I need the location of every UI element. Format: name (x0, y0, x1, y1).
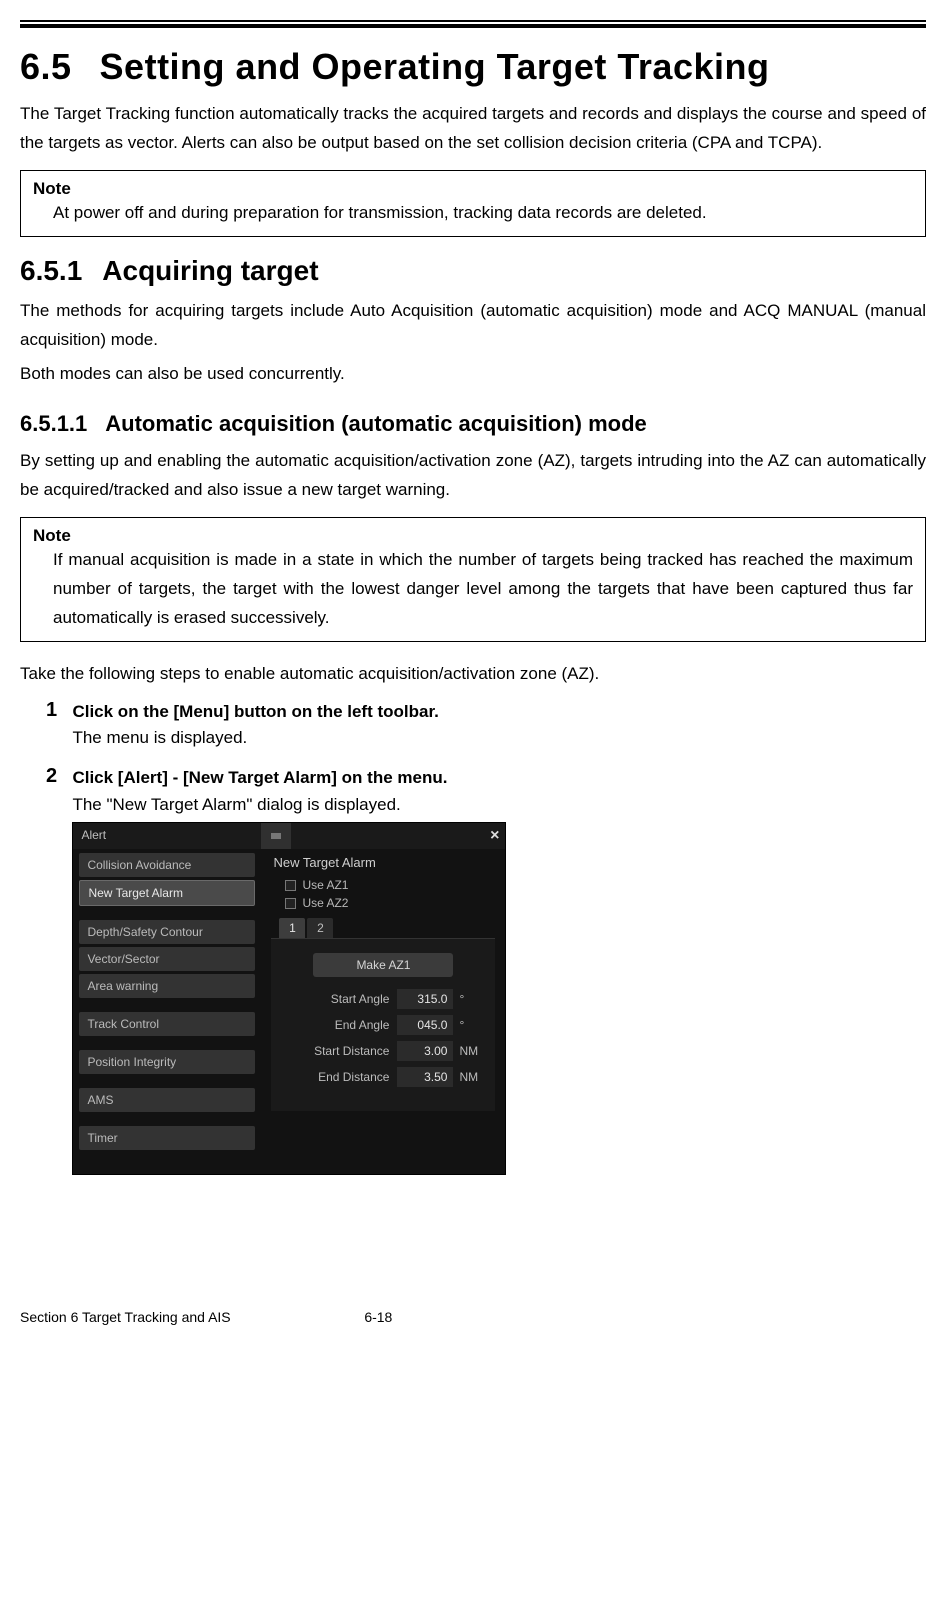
step-title: Click [Alert] - [New Target Alarm] on th… (72, 765, 922, 791)
pin-icon (271, 833, 281, 839)
subsection-number: 6.5.1 (20, 255, 82, 287)
section-title: Setting and Operating Target Tracking (100, 46, 770, 87)
step-description: The "New Target Alarm" dialog is display… (72, 791, 922, 818)
horizontal-rule-thick (20, 24, 926, 28)
dialog-title-right: × (291, 823, 505, 849)
start-angle-input[interactable]: 315.0 (397, 989, 453, 1009)
sidebar-group-1: Collision Avoidance New Target Alarm (79, 853, 255, 906)
sidebar-item-track-control[interactable]: Track Control (79, 1012, 255, 1036)
note-body: At power off and during preparation for … (33, 199, 913, 228)
sidebar-item-new-target-alarm[interactable]: New Target Alarm (79, 880, 255, 906)
subsection-title: Acquiring target (102, 255, 318, 286)
subsubsection-title: Automatic acquisition (automatic acquisi… (105, 411, 647, 436)
close-button[interactable]: × (490, 827, 499, 845)
field-label: Start Angle (331, 992, 390, 1006)
note-title: Note (33, 179, 913, 199)
sidebar-item-timer[interactable]: Timer (79, 1126, 255, 1150)
start-distance-input[interactable]: 3.00 (397, 1041, 453, 1061)
checkbox-label: Use AZ2 (302, 896, 348, 910)
field-label: End Angle (335, 1018, 390, 1032)
field-unit: ° (459, 992, 485, 1006)
sidebar-group-6: Timer (79, 1126, 255, 1150)
checkbox-icon (285, 898, 296, 909)
steps-intro: Take the following steps to enable autom… (20, 660, 926, 689)
horizontal-rule-thin (20, 20, 926, 22)
sidebar-item-depth-safety[interactable]: Depth/Safety Contour (79, 920, 255, 944)
subsection-para-1: The methods for acquiring targets includ… (20, 297, 926, 355)
subsection-heading: 6.5.1 Acquiring target (20, 255, 926, 287)
intro-paragraph: The Target Tracking function automatical… (20, 100, 926, 158)
sidebar-item-vector-sector[interactable]: Vector/Sector (79, 947, 255, 971)
tab-panel: Make AZ1 Start Angle 315.0 ° End Angle 0… (271, 938, 495, 1111)
note-box-1: Note At power off and during preparation… (20, 170, 926, 237)
dialog-main-panel: New Target Alarm Use AZ1 Use AZ2 1 (261, 849, 505, 1174)
note-body: If manual acquisition is made in a state… (33, 546, 913, 633)
field-end-angle: End Angle 045.0 ° (281, 1015, 485, 1035)
field-end-distance: End Distance 3.50 NM (281, 1067, 485, 1087)
footer-section: Section 6 Target Tracking and AIS (20, 1309, 231, 1325)
panel-title: New Target Alarm (271, 855, 495, 870)
note-title: Note (33, 526, 913, 546)
subsubsection-para: By setting up and enabling the automatic… (20, 447, 926, 505)
dialog-title-left: Alert (73, 823, 261, 849)
subsection-para-2: Both modes can also be used concurrently… (20, 360, 926, 389)
section-heading: 6.5 Setting and Operating Target Tracking (20, 46, 926, 88)
end-angle-input[interactable]: 045.0 (397, 1015, 453, 1035)
make-az1-button[interactable]: Make AZ1 (313, 953, 453, 977)
step-2: 2 Click [Alert] - [New Target Alarm] on … (46, 765, 926, 1175)
field-start-angle: Start Angle 315.0 ° (281, 989, 485, 1009)
checkbox-icon (285, 880, 296, 891)
sidebar-item-position-integrity[interactable]: Position Integrity (79, 1050, 255, 1074)
footer-page-number: 6-18 (364, 1309, 392, 1325)
checkbox-use-az2[interactable]: Use AZ2 (285, 896, 495, 910)
tab-1[interactable]: 1 (279, 918, 305, 938)
sidebar-item-ams[interactable]: AMS (79, 1088, 255, 1112)
sidebar-group-5: AMS (79, 1088, 255, 1112)
subsubsection-number: 6.5.1.1 (20, 411, 87, 437)
step-title: Click on the [Menu] button on the left t… (72, 699, 922, 725)
step-number: 1 (46, 699, 68, 722)
new-target-alarm-dialog: Alert × Collision Avoidance New Target A… (72, 822, 506, 1175)
field-start-distance: Start Distance 3.00 NM (281, 1041, 485, 1061)
subsubsection-heading: 6.5.1.1 Automatic acquisition (automatic … (20, 411, 926, 437)
field-unit: NM (459, 1070, 485, 1084)
tab-strip: 1 2 (279, 918, 495, 938)
note-box-2: Note If manual acquisition is made in a … (20, 517, 926, 642)
tab-2[interactable]: 2 (307, 918, 333, 938)
field-label: Start Distance (314, 1044, 389, 1058)
sidebar-item-collision-avoidance[interactable]: Collision Avoidance (79, 853, 255, 877)
sidebar-item-area-warning[interactable]: Area warning (79, 974, 255, 998)
step-description: The menu is displayed. (72, 724, 922, 751)
pin-button[interactable] (261, 823, 291, 849)
checkbox-use-az1[interactable]: Use AZ1 (285, 878, 495, 892)
sidebar-group-4: Position Integrity (79, 1050, 255, 1074)
field-unit: NM (459, 1044, 485, 1058)
checkbox-label: Use AZ1 (302, 878, 348, 892)
sidebar-group-3: Track Control (79, 1012, 255, 1036)
end-distance-input[interactable]: 3.50 (397, 1067, 453, 1087)
dialog-sidebar: Collision Avoidance New Target Alarm Dep… (73, 849, 261, 1174)
field-label: End Distance (318, 1070, 389, 1084)
field-unit: ° (459, 1018, 485, 1032)
step-1: 1 Click on the [Menu] button on the left… (46, 699, 926, 752)
step-number: 2 (46, 765, 68, 788)
page-footer: Section 6 Target Tracking and AIS 6-18 (0, 1219, 946, 1339)
section-number: 6.5 (20, 46, 72, 88)
dialog-titlebar: Alert × (73, 823, 505, 849)
sidebar-group-2: Depth/Safety Contour Vector/Sector Area … (79, 920, 255, 998)
